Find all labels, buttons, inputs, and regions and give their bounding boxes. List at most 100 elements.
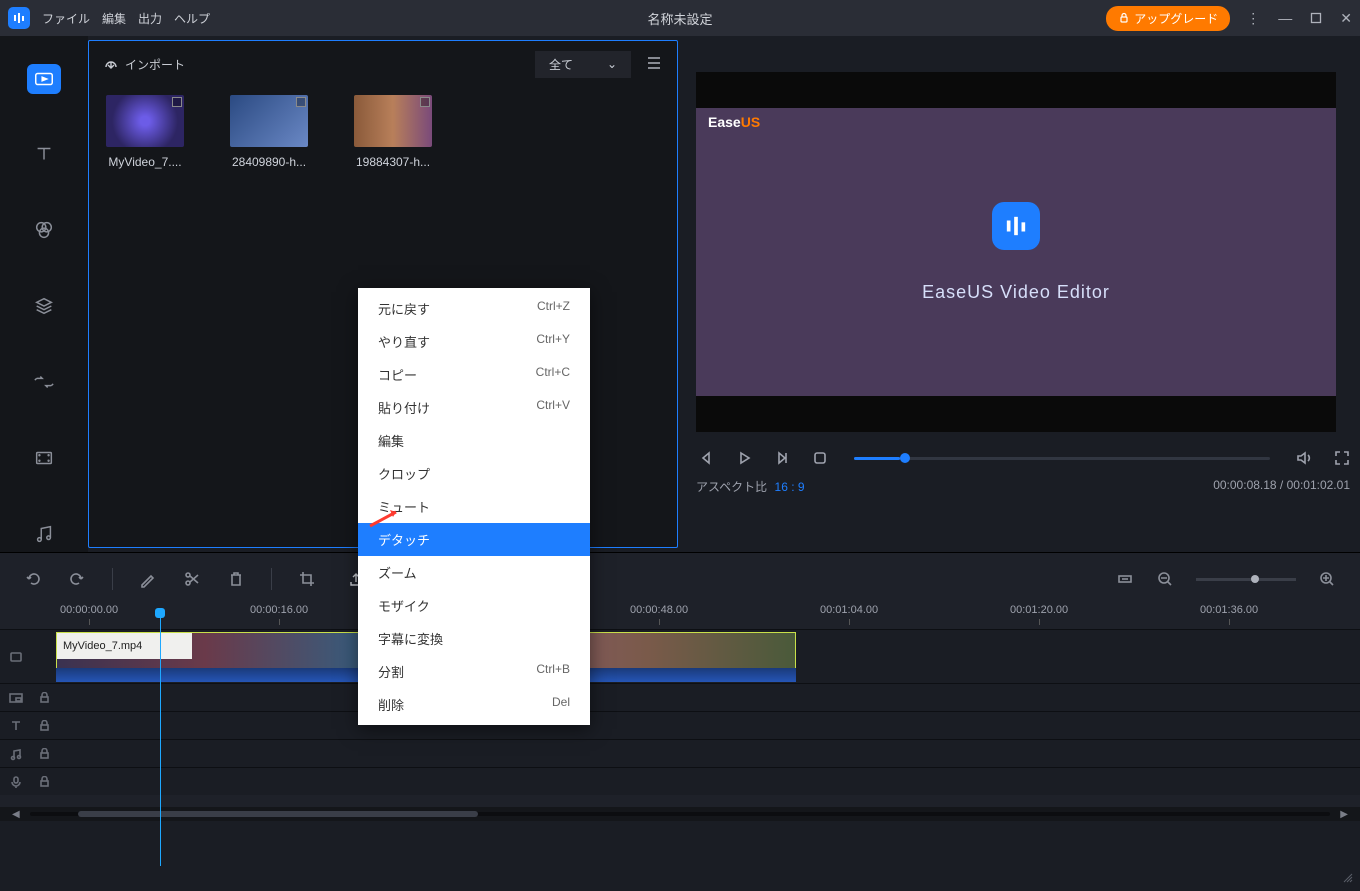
sidebar-element[interactable] — [24, 442, 64, 474]
context-menu-item[interactable]: 削除 Del — [358, 688, 590, 721]
sidebar-media[interactable] — [27, 64, 61, 94]
product-logo-icon — [992, 202, 1040, 250]
ruler-mark: 00:00:48.00 — [630, 604, 688, 625]
play-button[interactable] — [734, 448, 754, 468]
text-track[interactable] — [0, 711, 1360, 739]
next-frame-button[interactable] — [772, 448, 792, 468]
scroll-thumb[interactable] — [78, 811, 478, 817]
zoom-out-button[interactable] — [1156, 570, 1174, 588]
redo-button[interactable] — [68, 570, 86, 588]
media-name: 19884307-h... — [353, 155, 433, 169]
context-menu-label: クロップ — [378, 464, 430, 483]
pip-track[interactable] — [0, 683, 1360, 711]
menu-bar: ファイル 編集 出力 ヘルプ — [42, 10, 210, 27]
context-menu-item[interactable]: ズーム — [358, 556, 590, 589]
lock-icon[interactable] — [32, 720, 56, 731]
media-filter-value: 全て — [549, 56, 573, 73]
text-track-icon — [0, 719, 32, 733]
sidebar-filter[interactable] — [24, 214, 64, 246]
sidebar — [0, 36, 88, 552]
fullscreen-button[interactable] — [1332, 448, 1352, 468]
lock-icon[interactable] — [32, 692, 56, 703]
context-menu-item[interactable]: 元に戻すCtrl+Z — [358, 292, 590, 325]
edit-tool[interactable] — [139, 570, 157, 588]
media-thumbnail — [230, 95, 308, 147]
timeline-ruler[interactable]: 00:00:00.00 00:00:16.00 00:00:48.00 00:0… — [0, 599, 1360, 629]
more-button[interactable]: ⋮ — [1246, 10, 1260, 27]
seek-bar[interactable] — [854, 457, 1270, 460]
undo-button[interactable] — [24, 570, 42, 588]
lock-icon[interactable] — [32, 748, 56, 759]
split-tool[interactable] — [183, 570, 201, 588]
scroll-left-button[interactable]: ◀ — [12, 809, 20, 820]
fit-width-button[interactable] — [1116, 570, 1134, 588]
sidebar-overlay[interactable] — [24, 290, 64, 322]
resize-grip-icon[interactable] — [1342, 872, 1354, 887]
ruler-mark: 00:01:04.00 — [820, 604, 878, 625]
close-button[interactable]: ✕ — [1340, 10, 1352, 27]
context-menu-label: 元に戻す — [378, 299, 430, 318]
context-menu-item[interactable]: 分割Ctrl+B — [358, 655, 590, 688]
delete-tool[interactable] — [227, 570, 245, 588]
context-menu: 元に戻すCtrl+Zやり直すCtrl+YコピーCtrl+C貼り付けCtrl+V編… — [358, 288, 590, 725]
voiceover-track[interactable] — [0, 767, 1360, 795]
context-menu-label: 貼り付け — [378, 398, 430, 417]
timeline: 出力 00:00:00.00 00:00:16.00 00:00:48.00 0… — [0, 552, 1360, 821]
crop-tool[interactable] — [298, 570, 316, 588]
ruler-mark: 00:01:20.00 — [1010, 604, 1068, 625]
maximize-button[interactable] — [1310, 10, 1322, 27]
context-menu-label: 分割 — [378, 662, 404, 681]
context-menu-item[interactable]: クロップ — [358, 457, 590, 490]
video-track[interactable]: MyVideo_7.mp4 — [0, 629, 1360, 683]
context-menu-item[interactable]: やり直すCtrl+Y — [358, 325, 590, 358]
preview-panel: EaseUS EaseUS Video Editor アスペクト比 16 — [682, 36, 1360, 552]
context-menu-item[interactable]: 編集 — [358, 424, 590, 457]
context-menu-item[interactable]: 字幕に変換 — [358, 622, 590, 655]
context-menu-label: 削除 — [378, 695, 404, 714]
prev-frame-button[interactable] — [696, 448, 716, 468]
import-button[interactable]: インポート — [103, 56, 185, 73]
menu-edit[interactable]: 編集 — [102, 10, 126, 27]
zoom-in-button[interactable] — [1318, 570, 1336, 588]
media-item[interactable]: 19884307-h... — [353, 95, 433, 169]
music-track[interactable] — [0, 739, 1360, 767]
context-menu-label: コピー — [378, 365, 417, 384]
horizontal-scrollbar[interactable]: ◀ ▶ — [0, 807, 1360, 821]
context-menu-item[interactable]: コピーCtrl+C — [358, 358, 590, 391]
sidebar-text[interactable] — [24, 138, 64, 170]
media-filter-select[interactable]: 全て ⌄ — [535, 51, 631, 78]
volume-button[interactable] — [1294, 448, 1314, 468]
aspect-ratio-value[interactable]: 16 : 9 — [775, 480, 805, 494]
minimize-button[interactable]: — — [1278, 10, 1292, 27]
context-menu-label: 字幕に変換 — [378, 629, 443, 648]
media-name: MyVideo_7.... — [105, 155, 185, 169]
media-grid: MyVideo_7.... 28409890-h... 19884307-h..… — [89, 87, 677, 177]
annotation-arrow-icon — [368, 508, 402, 528]
upgrade-label: アップグレード — [1134, 10, 1218, 27]
media-item[interactable]: MyVideo_7.... — [105, 95, 185, 169]
menu-output[interactable]: 出力 — [138, 10, 162, 27]
clip-label: MyVideo_7.mp4 — [57, 633, 192, 659]
media-thumbnail — [354, 95, 432, 147]
stop-button[interactable] — [810, 448, 830, 468]
upgrade-button[interactable]: アップグレード — [1106, 6, 1230, 31]
context-menu-shortcut: Del — [552, 695, 570, 714]
music-track-icon — [0, 747, 32, 761]
menu-help[interactable]: ヘルプ — [174, 10, 210, 27]
view-list-icon[interactable] — [645, 54, 663, 75]
playhead[interactable] — [160, 614, 161, 866]
sidebar-music[interactable] — [24, 518, 64, 550]
context-menu-item[interactable]: モザイク — [358, 589, 590, 622]
media-item[interactable]: 28409890-h... — [229, 95, 309, 169]
context-menu-shortcut: Ctrl+Y — [536, 332, 570, 351]
lock-icon[interactable] — [32, 776, 56, 787]
scroll-right-button[interactable]: ▶ — [1340, 809, 1348, 820]
context-menu-item[interactable]: 貼り付けCtrl+V — [358, 391, 590, 424]
menu-file[interactable]: ファイル — [42, 10, 90, 27]
video-track-icon — [0, 650, 32, 664]
tracks: MyVideo_7.mp4 — [0, 629, 1360, 807]
sidebar-transition[interactable] — [24, 366, 64, 398]
media-thumbnail — [106, 95, 184, 147]
titlebar: ファイル 編集 出力 ヘルプ 名称未設定 アップグレード ⋮ — ✕ — [0, 0, 1360, 36]
zoom-slider[interactable] — [1196, 578, 1296, 581]
